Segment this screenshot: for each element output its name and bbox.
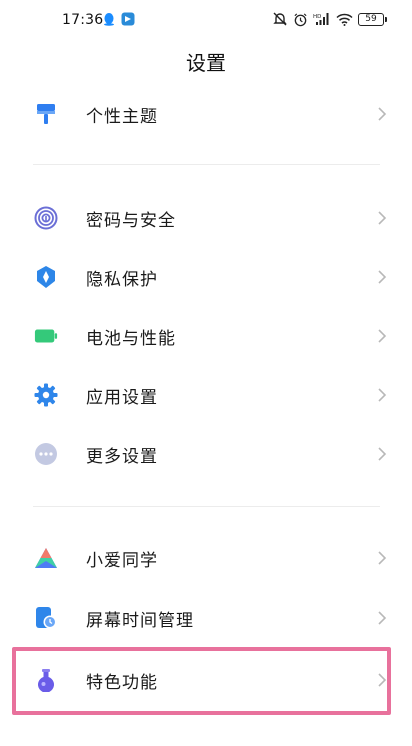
settings-item-label: 隐私保护	[86, 269, 158, 290]
more-dots-icon	[34, 442, 58, 466]
highlight-box	[12, 647, 391, 715]
chevron-right-icon	[378, 329, 387, 343]
chevron-right-icon	[378, 388, 387, 402]
chevron-right-icon	[378, 551, 387, 565]
settings-item-password-security[interactable]: 密码与安全	[0, 189, 412, 247]
mute-bell-icon	[273, 12, 287, 26]
app-notification-icon	[121, 12, 135, 26]
hd-signal-icon: HD	[313, 13, 329, 25]
settings-item-label: 密码与安全	[86, 210, 176, 231]
battery-indicator: 59	[358, 12, 387, 26]
settings-item-more-settings[interactable]: 更多设置	[0, 425, 412, 483]
settings-item-label: 屏幕时间管理	[86, 610, 194, 631]
fingerprint-icon	[34, 206, 58, 230]
settings-item-xiaoai[interactable]: 小爱同学	[0, 529, 412, 587]
settings-item-theme[interactable]: 个性主题	[0, 85, 412, 143]
wifi-icon	[336, 13, 353, 26]
settings-item-label: 应用设置	[86, 387, 158, 408]
page-title: 设置	[186, 51, 226, 75]
section-divider	[33, 506, 380, 507]
gear-icon	[34, 383, 58, 407]
settings-item-privacy[interactable]: 隐私保护	[0, 248, 412, 306]
paint-brush-icon	[34, 102, 58, 126]
chevron-right-icon	[378, 611, 387, 625]
qq-icon	[104, 13, 114, 26]
status-bar: 17:36 HD 59	[0, 0, 412, 40]
section-divider	[33, 164, 380, 165]
alarm-icon	[294, 12, 307, 26]
screen-time-icon	[34, 606, 58, 630]
status-time: 17:36	[62, 12, 104, 28]
settings-item-screen-time[interactable]: 屏幕时间管理	[0, 589, 412, 647]
settings-item-battery-performance[interactable]: 电池与性能	[0, 307, 412, 365]
chevron-right-icon	[378, 447, 387, 461]
settings-item-label: 更多设置	[86, 446, 158, 467]
svg-text:HD: HD	[313, 14, 321, 20]
status-right-icons: HD 59	[272, 11, 387, 27]
status-notification-icons	[102, 12, 135, 26]
privacy-shield-icon	[34, 265, 58, 289]
settings-item-label: 小爱同学	[86, 550, 158, 571]
chevron-right-icon	[378, 211, 387, 225]
chevron-right-icon	[378, 107, 387, 121]
battery-icon	[34, 324, 58, 348]
settings-item-label: 电池与性能	[86, 328, 176, 349]
settings-item-label: 个性主题	[86, 106, 158, 127]
chevron-right-icon	[378, 270, 387, 284]
xiaoai-icon	[34, 546, 58, 570]
settings-item-app-settings[interactable]: 应用设置	[0, 366, 412, 424]
